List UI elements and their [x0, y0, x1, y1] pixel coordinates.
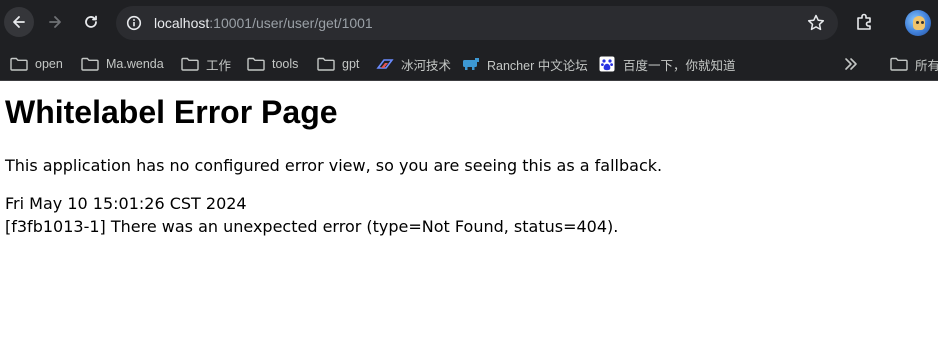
site-info-button[interactable]: [121, 10, 147, 36]
folder-icon: [890, 56, 908, 72]
bookmark-baidu[interactable]: 百度一下，你就知道: [598, 52, 736, 76]
bookmark-label: 百度一下，你就知道: [623, 58, 736, 73]
bookmark-label: 冰河技术: [401, 58, 452, 73]
page-title: Whitelabel Error Page: [5, 94, 338, 130]
bookmark-rancher[interactable]: Rancher 中文论坛: [462, 52, 588, 76]
error-description: This application has no configured error…: [5, 156, 663, 175]
bookmark-label: 所有: [915, 58, 938, 73]
folder-icon: [10, 56, 28, 72]
more-bookmarks-button[interactable]: [842, 56, 860, 72]
arrow-left-icon: [13, 16, 25, 28]
bookmark-label: open: [35, 57, 63, 71]
extensions-button[interactable]: [854, 11, 876, 33]
folder-icon: [181, 56, 199, 72]
folder-icon: [81, 56, 99, 72]
baidu-favicon: [598, 56, 616, 72]
rancher-favicon: [462, 56, 480, 72]
bookmark-tools[interactable]: tools: [247, 52, 298, 76]
bookmark-label: Rancher 中文论坛: [487, 58, 588, 73]
back-button[interactable]: [4, 7, 34, 37]
site-favicon: [376, 56, 394, 72]
bookmark-star-button[interactable]: [806, 13, 826, 33]
bookmark-label: 工作: [206, 58, 232, 73]
arrow-right-icon: [49, 16, 61, 28]
all-bookmarks-folder[interactable]: 所有: [890, 52, 938, 76]
folder-icon: [247, 56, 265, 72]
bookmark-ma-wenda[interactable]: Ma.wenda: [81, 52, 164, 76]
info-icon: [126, 15, 142, 31]
profile-avatar[interactable]: [905, 10, 931, 36]
puzzle-icon: [857, 13, 871, 30]
chevron-double-right-icon: [845, 58, 857, 70]
reload-button[interactable]: [76, 7, 106, 37]
error-timestamp: Fri May 10 15:01:26 CST 2024: [5, 194, 247, 213]
bookmark-label: gpt: [342, 57, 360, 71]
page-content: Whitelabel Error Page This application h…: [0, 81, 938, 364]
address-bar[interactable]: localhost:10001/user/user/get/1001: [116, 6, 838, 40]
reload-icon: [85, 15, 97, 28]
bookmark-label: Ma.wenda: [106, 57, 164, 71]
forward-button[interactable]: [40, 7, 70, 37]
bookmark-gpt[interactable]: gpt: [317, 52, 359, 76]
bookmarks-bar: open Ma.wenda 工作 tools gpt 冰河技术 Rancher …: [0, 46, 938, 81]
bookmark-work[interactable]: 工作: [181, 52, 231, 76]
bookmark-binghe[interactable]: 冰河技术: [376, 52, 451, 76]
url-text[interactable]: localhost:10001/user/user/get/1001: [154, 14, 373, 32]
url-path: :10001/user/user/get/1001: [209, 15, 373, 31]
bookmark-label: tools: [272, 57, 299, 71]
bookmark-open[interactable]: open: [10, 52, 63, 76]
url-host: localhost: [154, 15, 210, 31]
star-icon: [807, 14, 825, 31]
browser-toolbar: localhost:10001/user/user/get/1001: [0, 0, 938, 46]
error-message: [f3fb1013-1] There was an unexpected err…: [5, 217, 619, 236]
folder-icon: [317, 56, 335, 72]
